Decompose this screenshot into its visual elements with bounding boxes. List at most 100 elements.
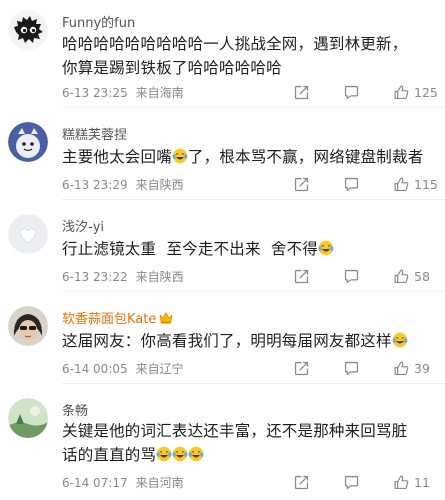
comment-icon (344, 85, 359, 99)
laughing-tears-emoji-icon (156, 446, 172, 462)
comment-text: 哈哈哈哈哈哈哈哈哈一人挑战全网，遇到林更新， 你算是踢到铁板了哈哈哈哈哈哈 (62, 32, 432, 80)
share-icon (294, 361, 309, 375)
comment-text: 关键是他的词汇表达还丰富，还不是那种来回骂脏 话的直直的骂 (62, 419, 432, 467)
laughing-tears-emoji-icon (172, 446, 188, 462)
username[interactable]: 浅汐-yi (62, 216, 104, 235)
avatar[interactable] (8, 398, 48, 438)
avatar-blue-mascot-icon (8, 122, 48, 162)
comment-meta: 6-13 23:25 来自海南 (62, 84, 184, 101)
avatar[interactable] (8, 122, 48, 162)
comment-actions: 125 (285, 80, 445, 104)
comment-text-line: 哈哈哈哈哈哈哈哈哈一人挑战全网，遇到林更新， (62, 35, 408, 53)
comment-meta: 6-13 23:22 来自陕西 (62, 268, 184, 285)
avatar-nature-photo-icon (8, 398, 48, 438)
avatar-woman-sunglasses-icon (8, 306, 48, 346)
username[interactable]: 条畅 (62, 400, 88, 419)
comment-text-part: 主要他太会回嘴 (62, 148, 172, 166)
username-label: 条畅 (62, 404, 89, 419)
share-button[interactable] (293, 80, 310, 104)
comment-location: 来自陕西 (135, 270, 184, 284)
comment-date: 6-13 23:22 (62, 270, 128, 284)
laughing-tears-emoji-icon (188, 446, 204, 462)
thumbs-up-icon (394, 269, 409, 283)
comment-icon (344, 269, 359, 283)
comment-actions: 58 (285, 264, 445, 288)
username-label: Funny的fun (62, 16, 136, 31)
comment-icon (344, 475, 359, 489)
comment-location: 来自陕西 (135, 178, 184, 192)
comment-list: Funny的fun 哈哈哈哈哈哈哈哈哈一人挑战全网，遇到林更新， 你算是踢到铁板… (0, 0, 445, 500)
comment-actions: 11 (285, 470, 445, 494)
thumbs-up-icon (394, 475, 409, 489)
crown-badge-icon (160, 312, 173, 324)
avatar[interactable] (8, 306, 48, 346)
like-button[interactable]: 125 (393, 80, 438, 104)
comment-meta: 6-14 00:05 来自辽宁 (62, 360, 184, 377)
reply-button[interactable] (343, 264, 360, 288)
username[interactable]: 糕糕芙蓉捏 (62, 124, 127, 143)
username-label: 浅汐-yi (62, 220, 104, 235)
like-button[interactable]: 39 (393, 356, 430, 380)
share-button[interactable] (293, 264, 310, 288)
share-button[interactable] (293, 470, 310, 494)
username-label: 软香蒜面包Kate (62, 312, 157, 327)
thumbs-up-icon (394, 85, 409, 99)
avatar-white-heart-icon (8, 214, 48, 254)
like-button[interactable]: 58 (393, 264, 430, 288)
like-button[interactable]: 11 (393, 470, 430, 494)
username-label: 糕糕芙蓉捏 (62, 128, 128, 143)
share-icon (294, 177, 309, 191)
like-button[interactable]: 115 (393, 172, 438, 196)
laughing-tears-emoji-icon (318, 240, 334, 256)
avatar[interactable] (8, 214, 48, 254)
comment-icon (344, 361, 359, 375)
comment-item: 条畅 关键是他的词汇表达还丰富，还不是那种来回骂脏 话的直直的骂 6-14 07… (0, 384, 445, 500)
comment-location: 来自海南 (135, 86, 184, 100)
comment-item: 糕糕芙蓉捏 主要他太会回嘴 了，根本骂不赢，网络键盘制裁者 6-13 23:29 来… (0, 108, 445, 200)
comment-text-line: 话的直直的骂 (62, 443, 432, 467)
share-button[interactable] (293, 356, 310, 380)
comment-item: Funny的fun 哈哈哈哈哈哈哈哈哈一人挑战全网，遇到林更新， 你算是踢到铁板… (0, 0, 445, 108)
username[interactable]: 软香蒜面包Kate (62, 308, 173, 327)
comment-text-line: 你算是踢到铁板了哈哈哈哈哈哈 (62, 59, 282, 77)
reply-button[interactable] (343, 80, 360, 104)
laughing-tears-emoji-icon (172, 148, 188, 164)
comment-text-part: 了，根本骂不赢，网络键盘制裁者 (187, 148, 424, 166)
comment-location: 来自河南 (135, 476, 184, 490)
share-icon (294, 85, 309, 99)
like-count: 115 (414, 176, 438, 192)
share-icon (294, 475, 309, 489)
reply-button[interactable] (343, 470, 360, 494)
avatar-black-fuzzball-icon (8, 10, 48, 50)
username[interactable]: Funny的fun (62, 12, 135, 31)
comment-actions: 115 (285, 172, 445, 196)
share-icon (294, 269, 309, 283)
comment-text: 行止滤镜太重 至今走不出来 舍不得 (62, 237, 432, 261)
comment-date: 6-13 23:25 (62, 86, 128, 100)
reply-button[interactable] (343, 356, 360, 380)
comment-text-part: 这届网友：你高看我们了，明明每届网友都这样 (62, 332, 392, 350)
comment-text-part: 行止滤镜太重 至今走不出来 舍不得 (62, 240, 319, 258)
thumbs-up-icon (394, 177, 409, 191)
avatar[interactable] (8, 10, 48, 50)
like-count: 125 (414, 84, 438, 100)
like-count: 39 (414, 360, 430, 376)
comment-location: 来自辽宁 (135, 362, 184, 376)
comment-meta: 6-13 23:29 来自陕西 (62, 176, 184, 193)
comment-text-line: 关键是他的词汇表达还丰富，还不是那种来回骂脏 (62, 422, 408, 440)
like-count: 11 (414, 474, 430, 490)
comment-item: 浅汐-yi 行止滤镜太重 至今走不出来 舍不得 6-13 23:22 来自陕西 5… (0, 200, 445, 292)
laughing-tears-emoji-icon (392, 332, 408, 348)
share-button[interactable] (293, 172, 310, 196)
comment-text: 主要他太会回嘴 了，根本骂不赢，网络键盘制裁者 (62, 145, 432, 169)
comment-icon (344, 177, 359, 191)
like-count: 58 (414, 268, 430, 284)
comment-date: 6-13 23:29 (62, 178, 128, 192)
comment-actions: 39 (285, 356, 445, 380)
comment-meta: 6-14 07:17 来自河南 (62, 474, 184, 491)
comment-date: 6-14 07:17 (62, 476, 128, 490)
comment-date: 6-14 00:05 (62, 362, 128, 376)
reply-button[interactable] (343, 172, 360, 196)
comment-item: 软香蒜面包Kate 这届网友：你高看我们了，明明每届网友都这样 6-14 00:… (0, 292, 445, 384)
comment-text: 这届网友：你高看我们了，明明每届网友都这样 (62, 329, 432, 353)
